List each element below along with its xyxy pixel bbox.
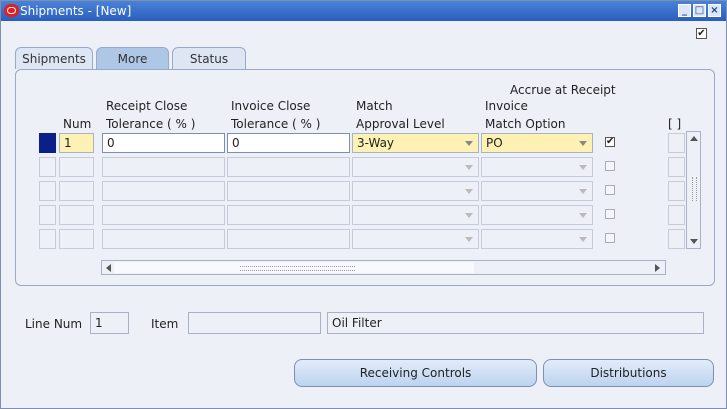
folder-cell[interactable] bbox=[668, 181, 685, 201]
scroll-thumb-grip bbox=[240, 266, 355, 271]
match-approval-header-2: Approval Level bbox=[356, 117, 445, 131]
receipt-close-tolerance-field[interactable] bbox=[102, 181, 225, 201]
accrue-checkbox[interactable]: ✔ bbox=[605, 137, 615, 147]
window-title: Shipments - [New] bbox=[20, 4, 132, 18]
match-approval-level-select[interactable] bbox=[352, 229, 479, 249]
num-header: Num bbox=[63, 117, 92, 131]
close-icon[interactable]: × bbox=[708, 4, 721, 17]
num-field[interactable] bbox=[59, 205, 94, 225]
invoice-match-option-select[interactable]: PO bbox=[481, 133, 593, 153]
accrue-checkbox[interactable] bbox=[605, 161, 615, 171]
chevron-down-icon[interactable] bbox=[465, 141, 473, 146]
folder-cell[interactable] bbox=[668, 229, 685, 249]
invoice-close-tolerance-field[interactable] bbox=[227, 205, 350, 225]
accrue-at-receipt-header: Accrue at Receipt bbox=[510, 83, 616, 97]
vertical-scrollbar[interactable] bbox=[686, 131, 701, 249]
invoice-close-tolerance-field[interactable]: 0 bbox=[227, 133, 350, 153]
match-option-value: PO bbox=[486, 136, 503, 150]
maximize-icon[interactable]: □ bbox=[693, 4, 706, 17]
invoice-close-tolerance-field[interactable] bbox=[227, 181, 350, 201]
tab-more[interactable]: More bbox=[96, 47, 169, 69]
num-field[interactable] bbox=[59, 229, 94, 249]
folder-bracket[interactable]: [ ] bbox=[668, 115, 681, 133]
num-field[interactable]: 1 bbox=[59, 133, 94, 153]
tab-status[interactable]: Status bbox=[172, 47, 246, 69]
invoice-close-value: 0 bbox=[232, 136, 240, 150]
match-approval-level-select[interactable]: 3-Way bbox=[352, 133, 479, 153]
row-selector[interactable] bbox=[39, 133, 56, 153]
chevron-down-icon[interactable] bbox=[465, 213, 473, 218]
scroll-down-icon[interactable] bbox=[690, 239, 698, 244]
chevron-down-icon[interactable] bbox=[465, 237, 473, 242]
receipt-close-value: 0 bbox=[107, 136, 115, 150]
receipt-close-tolerance-field[interactable]: 0 bbox=[102, 133, 225, 153]
invoice-match-option-select[interactable] bbox=[481, 205, 593, 225]
receipt-close-tolerance-field[interactable] bbox=[102, 229, 225, 249]
invoice-match-header-2: Match Option bbox=[485, 117, 566, 131]
receipt-close-tolerance-field[interactable] bbox=[102, 205, 225, 225]
item-field[interactable] bbox=[188, 312, 321, 334]
accrue-checkbox[interactable] bbox=[605, 209, 615, 219]
chevron-down-icon[interactable] bbox=[465, 165, 473, 170]
item-label: Item bbox=[151, 317, 179, 331]
invoice-match-option-select[interactable] bbox=[481, 229, 593, 249]
line-num-field[interactable]: 1 bbox=[90, 312, 129, 334]
accrue-checkbox[interactable] bbox=[605, 185, 615, 195]
invoice-close-header-1: Invoice Close bbox=[231, 99, 311, 113]
tab-shipments[interactable]: Shipments bbox=[15, 47, 93, 69]
invoice-match-option-select[interactable] bbox=[481, 157, 593, 177]
accrue-checkbox[interactable] bbox=[605, 233, 615, 243]
chevron-down-icon[interactable] bbox=[579, 189, 587, 194]
match-approval-level-select[interactable] bbox=[352, 205, 479, 225]
folder-cell[interactable] bbox=[668, 205, 685, 225]
num-value: 1 bbox=[64, 136, 72, 150]
distributions-button[interactable]: Distributions bbox=[543, 359, 714, 387]
chevron-down-icon[interactable] bbox=[579, 237, 587, 242]
invoice-match-option-select[interactable] bbox=[481, 181, 593, 201]
line-num-value: 1 bbox=[95, 316, 103, 330]
match-approval-level-select[interactable] bbox=[352, 157, 479, 177]
receipt-close-header-1: Receipt Close bbox=[106, 99, 188, 113]
item-description-value: Oil Filter bbox=[332, 316, 382, 330]
item-description-field[interactable]: Oil Filter bbox=[327, 312, 704, 334]
scroll-up-icon[interactable] bbox=[690, 136, 698, 141]
scroll-thumb[interactable] bbox=[114, 262, 474, 273]
chevron-down-icon[interactable] bbox=[465, 189, 473, 194]
chevron-down-icon[interactable] bbox=[579, 165, 587, 170]
chevron-down-icon[interactable] bbox=[579, 141, 587, 146]
minimize-icon[interactable]: _ bbox=[678, 4, 691, 17]
folder-cell[interactable] bbox=[668, 157, 685, 177]
chevron-down-icon[interactable] bbox=[579, 213, 587, 218]
shipments-window: Shipments - [New] _ □ × ✔ Shipments More… bbox=[0, 0, 727, 409]
match-level-value: 3-Way bbox=[357, 136, 395, 150]
receipt-close-tolerance-field[interactable] bbox=[102, 157, 225, 177]
match-approval-header-1: Match bbox=[356, 99, 393, 113]
row-selector[interactable] bbox=[39, 181, 56, 201]
row-selector[interactable] bbox=[39, 229, 56, 249]
top-right-checkbox[interactable]: ✔ bbox=[696, 28, 707, 39]
horizontal-scrollbar[interactable] bbox=[101, 260, 666, 275]
row-selector[interactable] bbox=[39, 205, 56, 225]
scroll-right-icon[interactable] bbox=[655, 264, 660, 272]
title-bar[interactable]: Shipments - [New] _ □ × bbox=[1, 1, 726, 21]
receipt-close-header-2: Tolerance ( % ) bbox=[106, 117, 196, 131]
scroll-thumb-grip[interactable] bbox=[692, 177, 697, 201]
invoice-close-header-2: Tolerance ( % ) bbox=[231, 117, 321, 131]
num-field[interactable] bbox=[59, 157, 94, 177]
folder-cell[interactable] bbox=[668, 133, 685, 153]
num-field[interactable] bbox=[59, 181, 94, 201]
oracle-icon bbox=[4, 4, 19, 17]
invoice-close-tolerance-field[interactable] bbox=[227, 157, 350, 177]
row-selector[interactable] bbox=[39, 157, 56, 177]
match-approval-level-select[interactable] bbox=[352, 181, 479, 201]
invoice-match-header-1: Invoice bbox=[485, 99, 528, 113]
line-num-label: Line Num bbox=[25, 317, 83, 331]
receiving-controls-button[interactable]: Receiving Controls bbox=[294, 359, 537, 387]
invoice-close-tolerance-field[interactable] bbox=[227, 229, 350, 249]
scroll-left-icon[interactable] bbox=[106, 264, 111, 272]
